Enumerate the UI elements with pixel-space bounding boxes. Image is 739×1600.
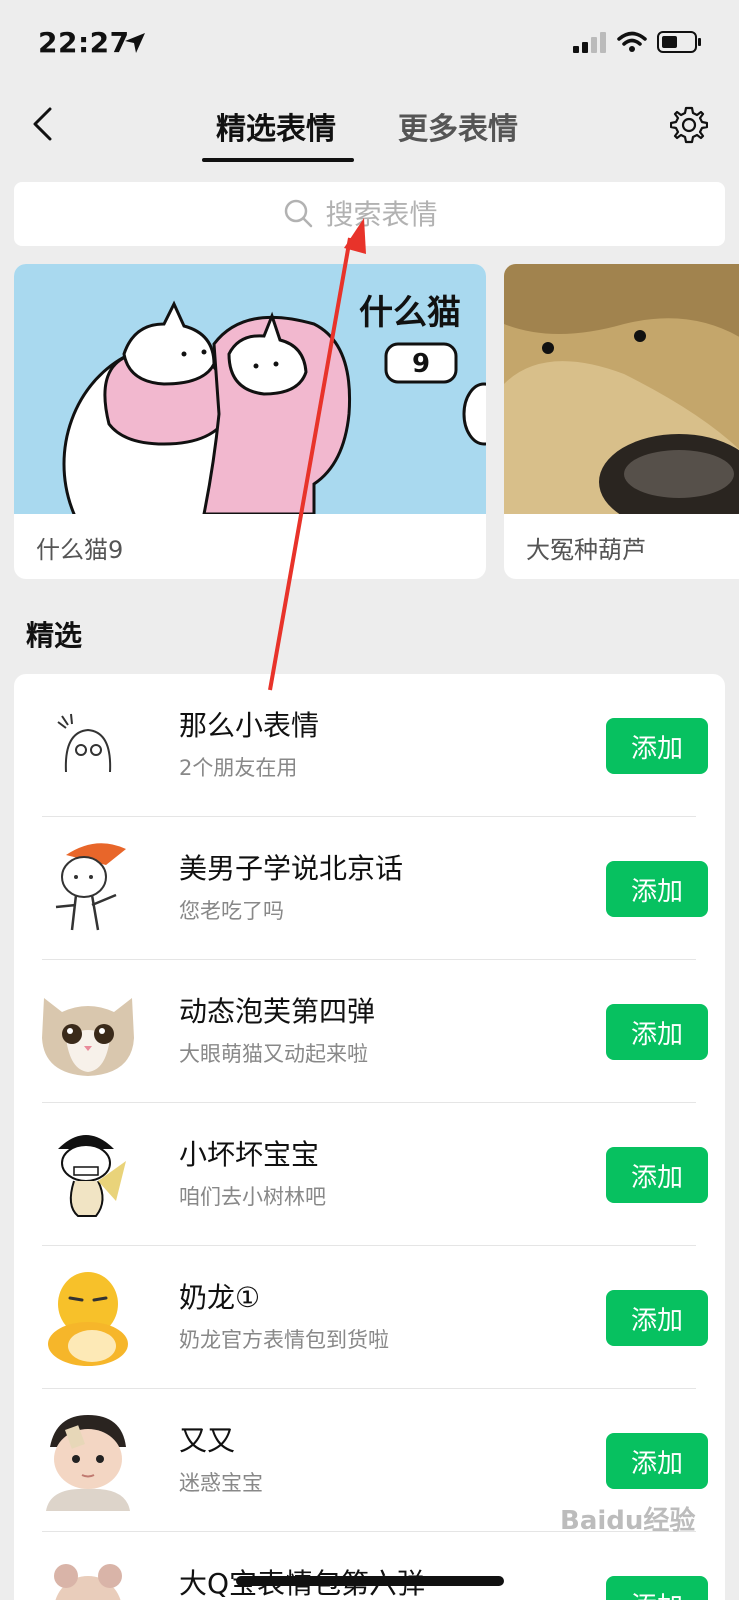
sticker-thumbnail [48,1272,128,1366]
sticker-thumbnail [57,713,112,773]
banner-image-badge: 9 [412,349,430,379]
sticker-thumbnail [54,1564,122,1600]
nav-bar: 精选表情 更多表情 [0,90,739,170]
sticker-name: 美男子学说北京话 [179,852,404,885]
sticker-name: 小坏坏宝宝 [179,1138,320,1171]
sticker-description: 大眼萌猫又动起来啦 [179,1042,368,1066]
tab-featured-stickers[interactable]: 精选表情 [216,104,336,148]
banner-image-text: 什么猫 [359,293,461,333]
active-tab-indicator [202,158,354,162]
section-title: 精选 [26,619,83,652]
sticker-thumbnail [58,1135,126,1217]
sticker-list: 那么小表情 2个朋友在用 添加 美男子学说北京话 您老吃了吗 添加 动态泡芙第四… [14,674,725,1600]
search-input[interactable] [325,197,456,231]
home-indicator[interactable] [236,1576,504,1586]
cellular-signal-icon [573,31,607,57]
watermark: Baidu经验 [560,1506,696,1536]
sticker-thumbnail [55,843,126,931]
wifi-icon [617,31,647,57]
list-item[interactable]: 美男子学说北京话 您老吃了吗 添加 [14,817,725,960]
gear-icon [670,106,708,144]
add-button[interactable]: 添加 [606,1004,708,1060]
sticker-description: 咱们去小树林吧 [179,1185,326,1209]
chevron-left-icon [33,107,52,141]
status-time: 22:27 [38,26,130,59]
location-arrow-icon [122,30,148,56]
list-item[interactable]: 动态泡芙第四弹 大眼萌猫又动起来啦 添加 [14,960,725,1103]
banner-image-dog [504,264,739,514]
sticker-description: 迷惑宝宝 [179,1471,263,1495]
search-bar[interactable] [14,182,725,246]
list-item[interactable]: 大Q宝表情包第六弹 添加 [14,1532,725,1600]
add-button[interactable]: 添加 [606,1433,708,1489]
search-icon [284,199,312,228]
list-item[interactable]: 小坏坏宝宝 咱们去小树林吧 添加 [14,1103,725,1246]
status-bar: 22:27 [0,0,739,90]
status-indicators [573,30,703,58]
sticker-description: 奶龙官方表情包到货啦 [179,1328,389,1352]
banner-card[interactable]: 什么猫 9 什么猫9 [14,264,486,579]
add-button[interactable]: 添加 [606,1147,708,1203]
tab-more-stickers[interactable]: 更多表情 [398,104,518,148]
sticker-thumbnail [42,998,134,1076]
sticker-name: 又又 [179,1424,236,1457]
sticker-description: 您老吃了吗 [179,899,284,923]
sticker-thumbnail [46,1415,130,1511]
list-item[interactable]: 那么小表情 2个朋友在用 添加 [14,674,725,817]
banner-title: 什么猫9 [36,536,124,564]
back-button[interactable] [22,104,62,144]
battery-icon [657,30,703,58]
banner-title: 大冤种葫芦 [526,536,646,564]
add-button[interactable]: 添加 [606,718,708,774]
sticker-description: 2个朋友在用 [179,756,298,780]
add-button[interactable]: 添加 [606,1290,708,1346]
sticker-name: 奶龙① [179,1281,261,1314]
sticker-name: 那么小表情 [179,709,320,742]
add-button[interactable]: 添加 [606,861,708,917]
sticker-name: 动态泡芙第四弹 [179,995,376,1028]
banner-image-cats: 什么猫 9 [14,264,486,514]
banner-card[interactable]: 大冤种葫芦 [504,264,739,579]
settings-button[interactable] [668,104,710,146]
banner-carousel[interactable]: 什么猫 9 什么猫9 大冤种葫芦 [14,264,739,579]
add-button[interactable]: 添加 [606,1576,708,1600]
list-item[interactable]: 奶龙① 奶龙官方表情包到货啦 添加 [14,1246,725,1389]
